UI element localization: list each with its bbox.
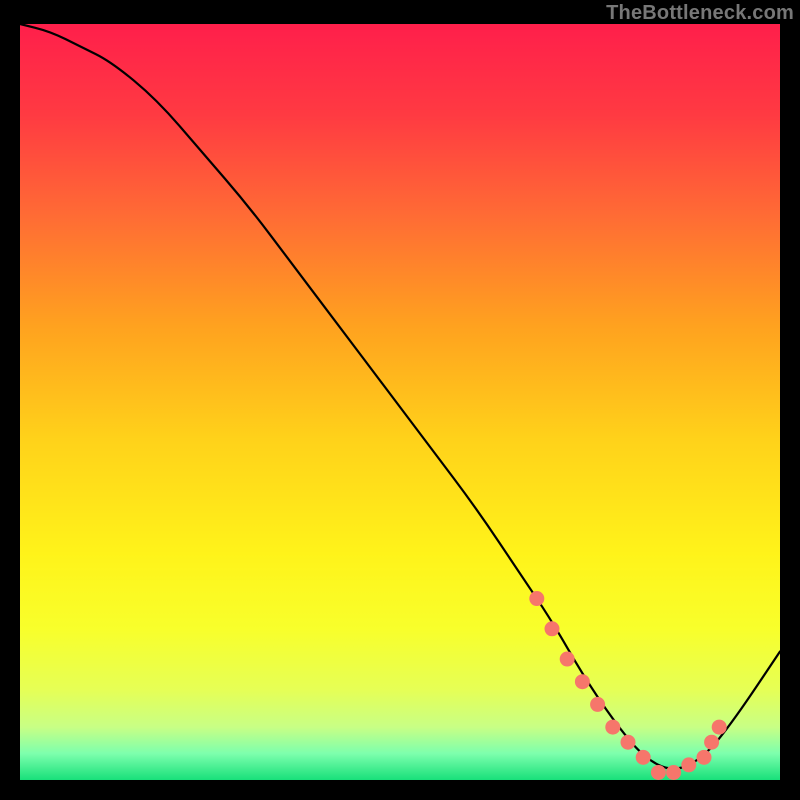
curve-marker [651, 765, 666, 780]
curve-marker [545, 621, 560, 636]
curve-marker [666, 765, 681, 780]
watermark-text: TheBottleneck.com [606, 2, 794, 25]
curve-marker [712, 720, 727, 735]
bottleneck-chart [0, 0, 800, 800]
curve-marker [621, 735, 636, 750]
curve-marker [605, 720, 620, 735]
curve-marker [636, 750, 651, 765]
curve-marker [575, 674, 590, 689]
curve-marker [529, 591, 544, 606]
chart-stage: TheBottleneck.com [0, 0, 800, 800]
curve-marker [697, 750, 712, 765]
curve-marker [560, 652, 575, 667]
curve-marker [681, 757, 696, 772]
curve-marker [704, 735, 719, 750]
plot-area [20, 24, 780, 780]
curve-marker [590, 697, 605, 712]
